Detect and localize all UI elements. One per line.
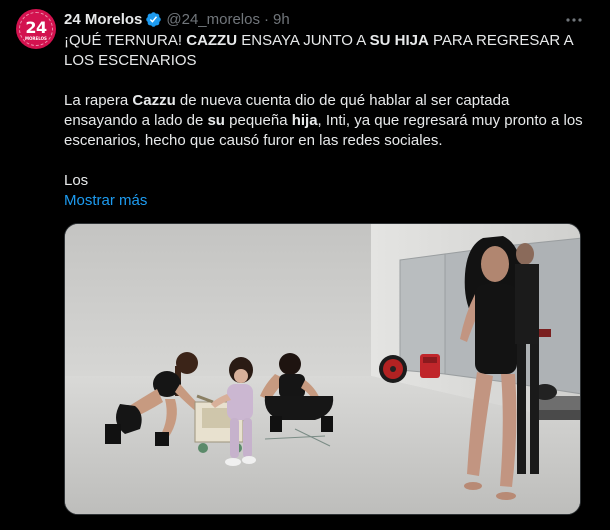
show-more-link[interactable]: Mostrar más [64, 192, 147, 209]
avatar-logo-number: 24 [25, 17, 47, 37]
separator-dot: · [263, 10, 269, 28]
tweet-header: 24 Morelos @24_morelos · 9h [64, 9, 290, 29]
tweet[interactable]: 24 MORELOS 24 Morelos @24_morelos · 9h ¡… [0, 0, 610, 530]
more-options-icon[interactable] [564, 10, 584, 30]
handle[interactable]: @24_morelos [166, 11, 260, 28]
verified-badge-icon [145, 11, 162, 28]
headline: ¡QUÉ TERNURA! CAZZU ENSAYA JUNTO A SU HI… [64, 32, 573, 69]
display-name[interactable]: 24 Morelos [64, 11, 142, 28]
body-paragraph: La rapera Cazzu de nueva cuenta dio de q… [64, 92, 583, 149]
timestamp[interactable]: 9h [273, 11, 290, 28]
trailing-text: Los [64, 172, 89, 189]
tweet-text: ¡QUÉ TERNURA! CAZZU ENSAYA JUNTO A SU HI… [64, 31, 584, 211]
tweet-photo[interactable] [64, 223, 581, 515]
avatar-logo-text: MORELOS [25, 35, 47, 41]
avatar[interactable]: 24 MORELOS [16, 9, 56, 49]
